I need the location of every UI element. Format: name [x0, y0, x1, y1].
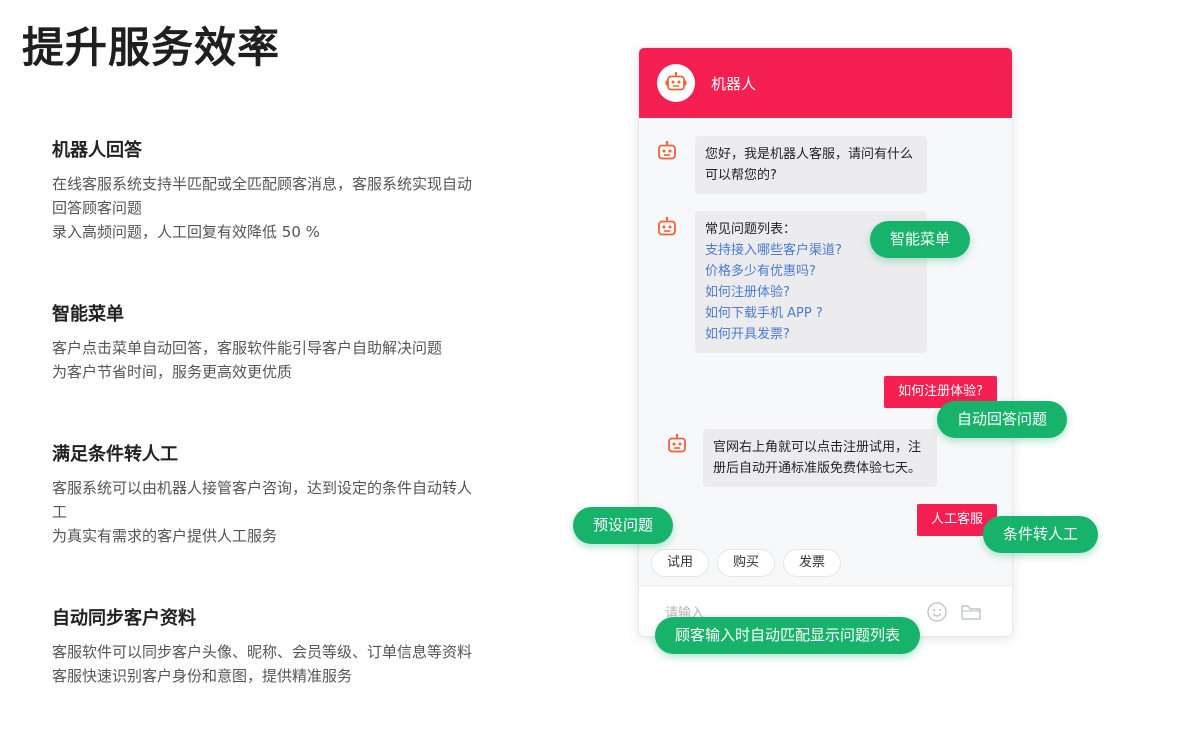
- folder-icon[interactable]: [960, 601, 982, 623]
- faq-link[interactable]: 如何开具发票?: [705, 324, 917, 345]
- robot-icon: [658, 216, 676, 236]
- quick-reply-buy[interactable]: 购买: [717, 549, 775, 577]
- bot-message-greeting: 您好，我是机器人客服，请问有什么 可以帮您的?: [695, 136, 927, 194]
- feature-title: 机器人回答: [52, 140, 142, 161]
- quick-reply-trial[interactable]: 试用: [651, 549, 709, 577]
- callout-transfer-human: 条件转人工: [983, 516, 1099, 553]
- feature-line: 录入高频问题，人工回复有效降低 50 %: [52, 223, 320, 241]
- feature-line: 客服软件可以同步客户头像、昵称、会员等级、订单信息等资料: [52, 643, 473, 661]
- callout-preset-questions: 预设问题: [573, 507, 674, 544]
- feature-title: 满足条件转人工: [52, 444, 178, 465]
- smile-icon[interactable]: [926, 601, 948, 623]
- feature-line: 为真实有需求的客户提供人工服务: [52, 527, 278, 545]
- feature-description: 客服系统可以由机器人接管客户咨询，达到设定的条件自动转人工 为真实有需求的客户提…: [52, 476, 482, 548]
- chat-header-name: 机器人: [711, 74, 757, 93]
- feature-title: 智能菜单: [52, 304, 124, 325]
- faq-link[interactable]: 如何下载手机 APP ?: [705, 303, 917, 324]
- quick-reply-invoice[interactable]: 发票: [783, 549, 841, 577]
- feature-description: 客户点击菜单自动回答，客服软件能引导客户自助解决问题 为客户节省时间，服务更高效…: [52, 336, 482, 384]
- feature-line: 在线客服系统支持半匹配或全匹配顾客消息，客服系统实现自动回答顾客问题: [52, 175, 473, 217]
- robot-icon: [665, 71, 687, 91]
- robot-icon: [658, 140, 676, 160]
- feature-line: 为客户节省时间，服务更高效更优质: [52, 363, 293, 381]
- message-line: 您好，我是机器人客服，请问有什么: [705, 147, 914, 162]
- faq-link[interactable]: 价格多少有优惠吗?: [705, 261, 917, 282]
- message-line: 可以帮您的?: [705, 168, 777, 183]
- feature-line: 客户点击菜单自动回答，客服软件能引导客户自助解决问题: [52, 339, 443, 357]
- feature-sync-customer: 自动同步客户资料 客服软件可以同步客户头像、昵称、会员等级、订单信息等资料 客服…: [52, 606, 482, 688]
- robot-icon: [668, 433, 686, 453]
- bot-message-answer: 官网右上角就可以点击注册试用，注 册后自动开通标准版免费体验七天。: [703, 429, 937, 487]
- feature-title: 自动同步客户资料: [52, 608, 196, 629]
- feature-smart-menu: 智能菜单 客户点击菜单自动回答，客服软件能引导客户自助解决问题 为客户节省时间，…: [52, 302, 482, 384]
- feature-robot-answer: 机器人回答 在线客服系统支持半匹配或全匹配顾客消息，客服系统实现自动回答顾客问题…: [52, 138, 482, 244]
- callout-auto-answer: 自动回答问题: [937, 401, 1068, 438]
- faq-link[interactable]: 如何注册体验?: [705, 282, 917, 303]
- feature-line: 客服系统可以由机器人接管客户咨询，达到设定的条件自动转人工: [52, 479, 473, 521]
- feature-line: 客服快速识别客户身份和意图，提供精准服务: [52, 667, 353, 685]
- callout-smart-menu: 智能菜单: [870, 221, 971, 258]
- feature-description: 在线客服系统支持半匹配或全匹配顾客消息，客服系统实现自动回答顾客问题 录入高频问…: [52, 172, 482, 244]
- feature-description: 客服软件可以同步客户头像、昵称、会员等级、订单信息等资料 客服快速识别客户身份和…: [52, 640, 482, 688]
- page-title: 提升服务效率: [22, 23, 281, 72]
- message-line: 官网右上角就可以点击注册试用，注: [713, 440, 922, 455]
- callout-auto-match: 顾客输入时自动匹配显示问题列表: [655, 617, 921, 654]
- feature-transfer-human: 满足条件转人工 客服系统可以由机器人接管客户咨询，达到设定的条件自动转人工 为真…: [52, 442, 482, 548]
- chat-window: 机器人 您好，我是机器人客服，请问有什么 可以帮您的? 常见问题列表： 支持接入…: [638, 47, 1013, 637]
- robot-avatar: [657, 64, 695, 102]
- chat-header: 机器人: [639, 48, 1012, 118]
- message-line: 册后自动开通标准版免费体验七天。: [713, 461, 922, 476]
